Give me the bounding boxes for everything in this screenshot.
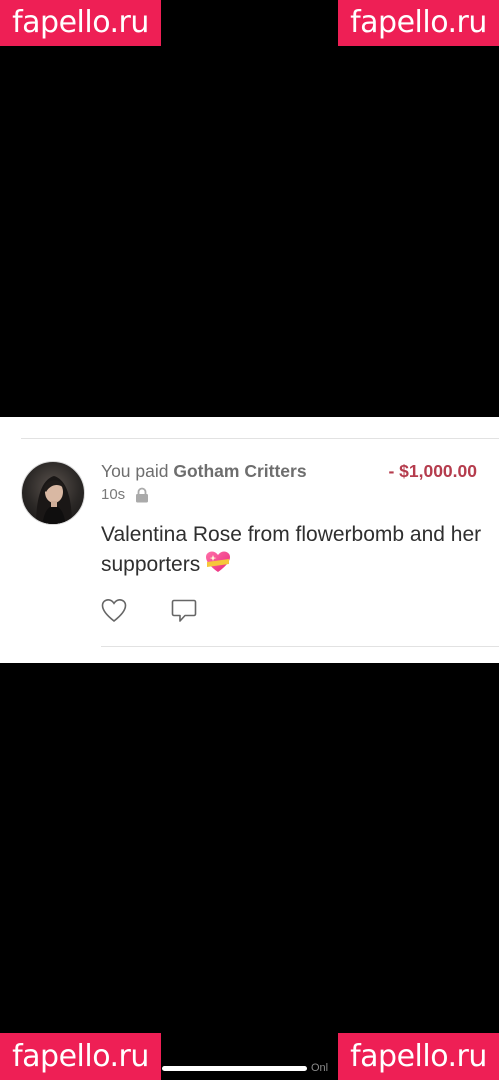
payment-note-text: Valentina Rose from flowerbomb and her s…	[101, 523, 482, 576]
home-indicator[interactable]	[162, 1066, 307, 1071]
payment-description: You paid Gotham Critters	[101, 461, 307, 482]
transaction-meta: 10s	[101, 486, 149, 503]
comment-icon[interactable]	[171, 598, 197, 624]
sparkling-heart-icon	[204, 550, 232, 583]
lock-icon	[135, 487, 149, 503]
payment-note: Valentina Rose from flowerbomb and her s…	[101, 520, 486, 583]
watermark-bottom-right: fapello.ru	[338, 1033, 499, 1080]
divider	[101, 646, 499, 647]
heart-icon[interactable]	[101, 598, 127, 624]
transaction-card: You paid Gotham Critters - $1,000.00 10s…	[0, 417, 499, 663]
avatar-image	[36, 476, 72, 524]
divider	[21, 438, 499, 439]
footer-text: Onl	[311, 1062, 329, 1074]
amount-label: - $1,000.00	[388, 461, 477, 481]
payee-name[interactable]: Gotham Critters	[173, 461, 306, 481]
action-bar	[101, 598, 197, 624]
payment-prefix: You paid	[101, 461, 174, 481]
watermark-bottom-left: fapello.ru	[0, 1033, 161, 1080]
timestamp: 10s	[101, 486, 126, 503]
watermark-top-right: fapello.ru	[338, 0, 499, 46]
watermark-top-left: fapello.ru	[0, 0, 161, 46]
avatar[interactable]	[21, 461, 85, 525]
